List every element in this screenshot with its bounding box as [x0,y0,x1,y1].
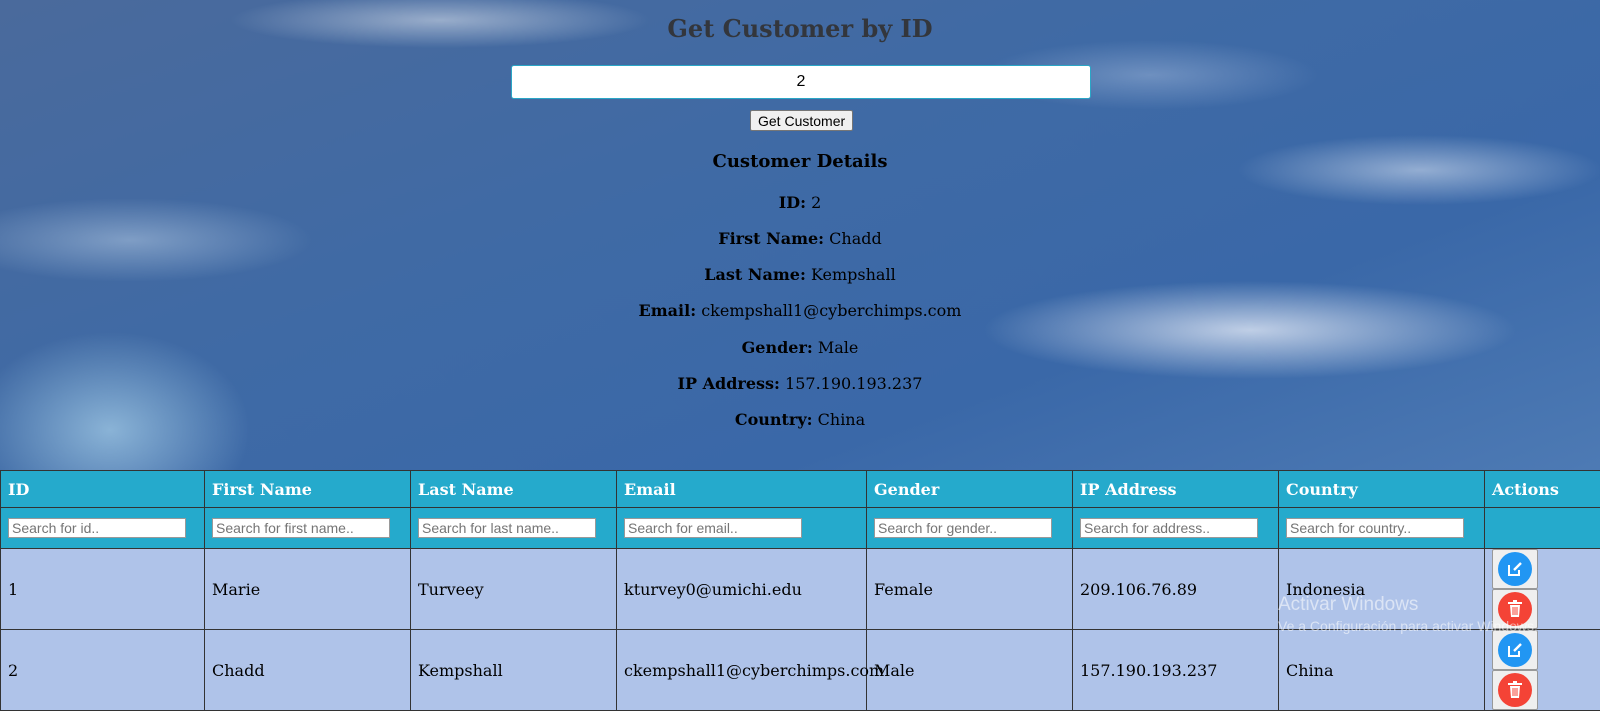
trash-icon [1506,599,1524,619]
customer-id-input[interactable] [511,65,1091,99]
table-search-row [1,508,1600,549]
cell-ip-address: 209.106.76.89 [1073,549,1279,630]
detail-ip-address: IP Address: 157.190.193.237 [0,374,1600,393]
cell-actions [1485,549,1600,630]
detail-value: 157.190.193.237 [785,374,922,393]
detail-id: ID: 2 [0,193,1600,212]
detail-value: ckempshall1@cyberchimps.com [701,301,961,320]
detail-label: First Name: [718,229,824,248]
cell-email: ckempshall1@cyberchimps.com [617,630,867,711]
search-email-input[interactable] [624,518,802,538]
column-header-actions: Actions [1485,471,1600,508]
detail-label: IP Address: [678,374,780,393]
search-id-input[interactable] [8,518,186,538]
detail-value: Kempshall [811,265,896,284]
detail-label: Gender: [742,338,813,357]
edit-button[interactable] [1492,630,1538,670]
customers-table: ID First Name Last Name Email Gender IP … [0,470,1600,711]
detail-value: Chadd [829,229,882,248]
detail-value: Male [818,338,859,357]
cell-country: China [1279,630,1485,711]
search-gender-input[interactable] [874,518,1052,538]
cell-id: 1 [1,549,205,630]
cell-gender: Male [867,630,1073,711]
search-ip-address-input[interactable] [1080,518,1258,538]
detail-country: Country: China [0,410,1600,429]
cell-gender: Female [867,549,1073,630]
detail-value: China [818,410,866,429]
table-header-row: ID First Name Last Name Email Gender IP … [1,471,1600,508]
cell-country: Indonesia [1279,549,1485,630]
customer-details-heading: Customer Details [0,151,1600,172]
edit-button[interactable] [1492,549,1538,589]
get-customer-button[interactable]: Get Customer [750,110,853,131]
detail-value: 2 [811,193,821,212]
table-row: 2 Chadd Kempshall ckempshall1@cyberchimp… [1,630,1600,711]
cell-email: kturvey0@umichi.edu [617,549,867,630]
cell-id: 2 [1,630,205,711]
column-header-ip-address: IP Address [1073,471,1279,508]
column-header-last-name: Last Name [411,471,617,508]
detail-first-name: First Name: Chadd [0,229,1600,248]
delete-button[interactable] [1492,670,1538,710]
customer-lookup-section: Get Customer by ID Get Customer Customer… [0,0,1600,470]
detail-label: ID: [779,193,806,212]
detail-email: Email: ckempshall1@cyberchimps.com [0,301,1600,320]
column-header-gender: Gender [867,471,1073,508]
delete-button[interactable] [1492,589,1538,629]
column-header-id: ID [1,471,205,508]
edit-icon [1506,560,1524,578]
column-header-country: Country [1279,471,1485,508]
search-last-name-input[interactable] [418,518,596,538]
cell-first-name: Marie [205,549,411,630]
edit-icon [1506,641,1524,659]
cell-first-name: Chadd [205,630,411,711]
detail-label: Email: [639,301,697,320]
column-header-first-name: First Name [205,471,411,508]
detail-gender: Gender: Male [0,338,1600,357]
column-header-email: Email [617,471,867,508]
detail-label: Last Name: [704,265,806,284]
detail-label: Country: [735,410,813,429]
search-first-name-input[interactable] [212,518,390,538]
cell-last-name: Turveey [411,549,617,630]
page-title: Get Customer by ID [0,14,1600,43]
trash-icon [1506,680,1524,700]
cell-actions [1485,630,1600,711]
detail-last-name: Last Name: Kempshall [0,265,1600,284]
cell-last-name: Kempshall [411,630,617,711]
cell-ip-address: 157.190.193.237 [1073,630,1279,711]
table-row: 1 Marie Turveey kturvey0@umichi.edu Fema… [1,549,1600,630]
search-country-input[interactable] [1286,518,1464,538]
